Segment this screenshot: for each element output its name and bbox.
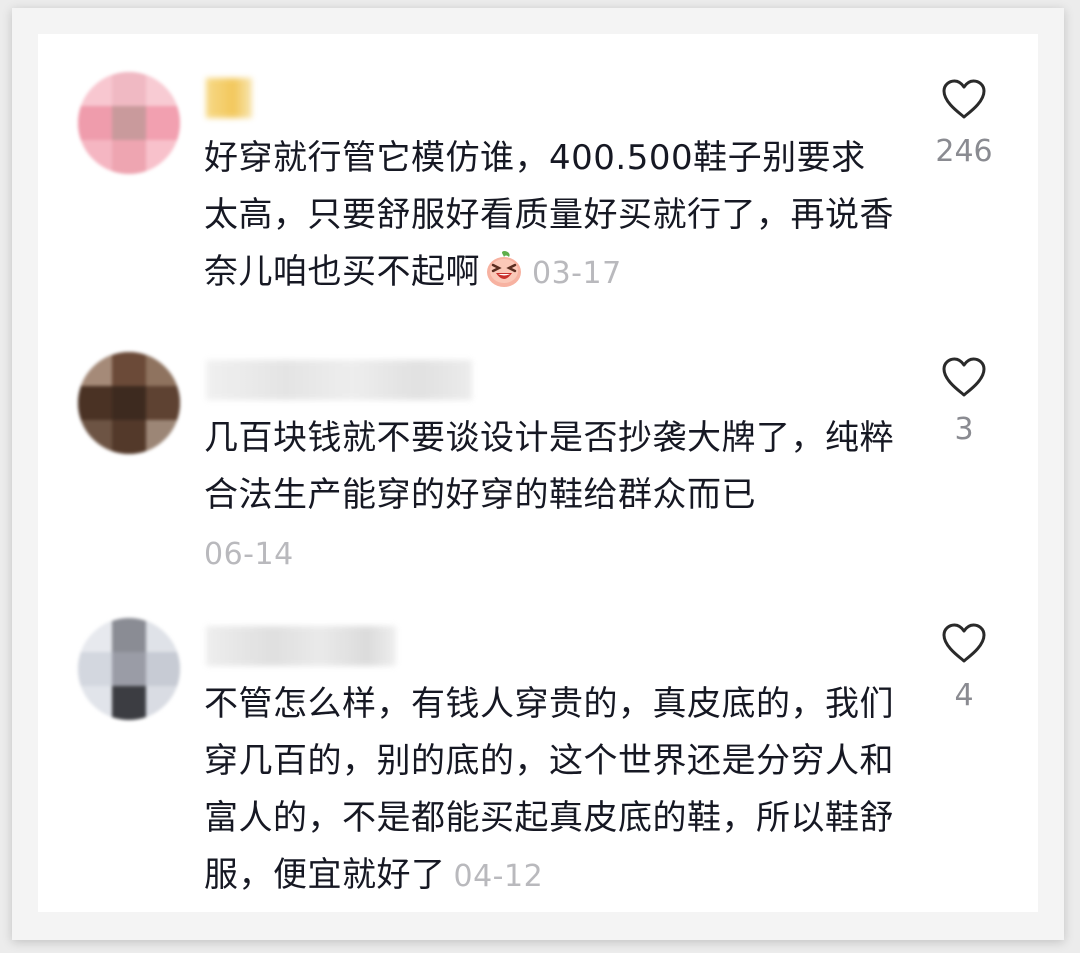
comment-date: 06-14 [204, 537, 294, 572]
comment-body: 几百块钱就不要谈设计是否抄袭大牌了，纯粹合法生产能穿的好穿的鞋给群众而已 [204, 418, 894, 515]
avatar[interactable] [78, 618, 180, 720]
comment-text: 几百块钱就不要谈设计是否抄袭大牌了，纯粹合法生产能穿的好穿的鞋给群众而已 06-… [204, 410, 894, 583]
comment-date: 03-17 [532, 256, 622, 291]
screenshot-frame: 好穿就行管它模仿谁，400.500鞋子别要求太高，只要舒服好看质量好买就行了，再… [12, 8, 1064, 940]
like-count: 246 [935, 134, 993, 169]
comment-date: 04-12 [453, 859, 544, 894]
laughing-peach-emoji-icon [484, 249, 524, 289]
username[interactable] [206, 626, 396, 666]
username[interactable] [206, 360, 472, 400]
like-count: 3 [954, 412, 974, 447]
like-button[interactable]: 3 [924, 356, 1004, 447]
comment-text: 好穿就行管它模仿谁，400.500鞋子别要求太高，只要舒服好看质量好买就行了，再… [204, 130, 894, 302]
heart-outline-icon [942, 357, 986, 397]
comment-list: 好穿就行管它模仿谁，400.500鞋子别要求太高，只要舒服好看质量好买就行了，再… [38, 34, 1038, 912]
comment-body: 不管怎么样，有钱人穿贵的，真皮底的，我们穿几百的，别的底的，这个世界还是分穷人和… [204, 684, 894, 895]
avatar[interactable] [78, 352, 180, 454]
like-button[interactable]: 4 [924, 622, 1004, 713]
like-button[interactable]: 246 [924, 78, 1004, 169]
comment-text: 不管怎么样，有钱人穿贵的，真皮底的，我们穿几百的，别的底的，这个世界还是分穷人和… [204, 676, 894, 905]
avatar[interactable] [78, 72, 180, 174]
heart-outline-icon [942, 79, 986, 119]
like-count: 4 [954, 678, 974, 713]
heart-outline-icon [942, 623, 986, 663]
username[interactable] [206, 78, 252, 118]
